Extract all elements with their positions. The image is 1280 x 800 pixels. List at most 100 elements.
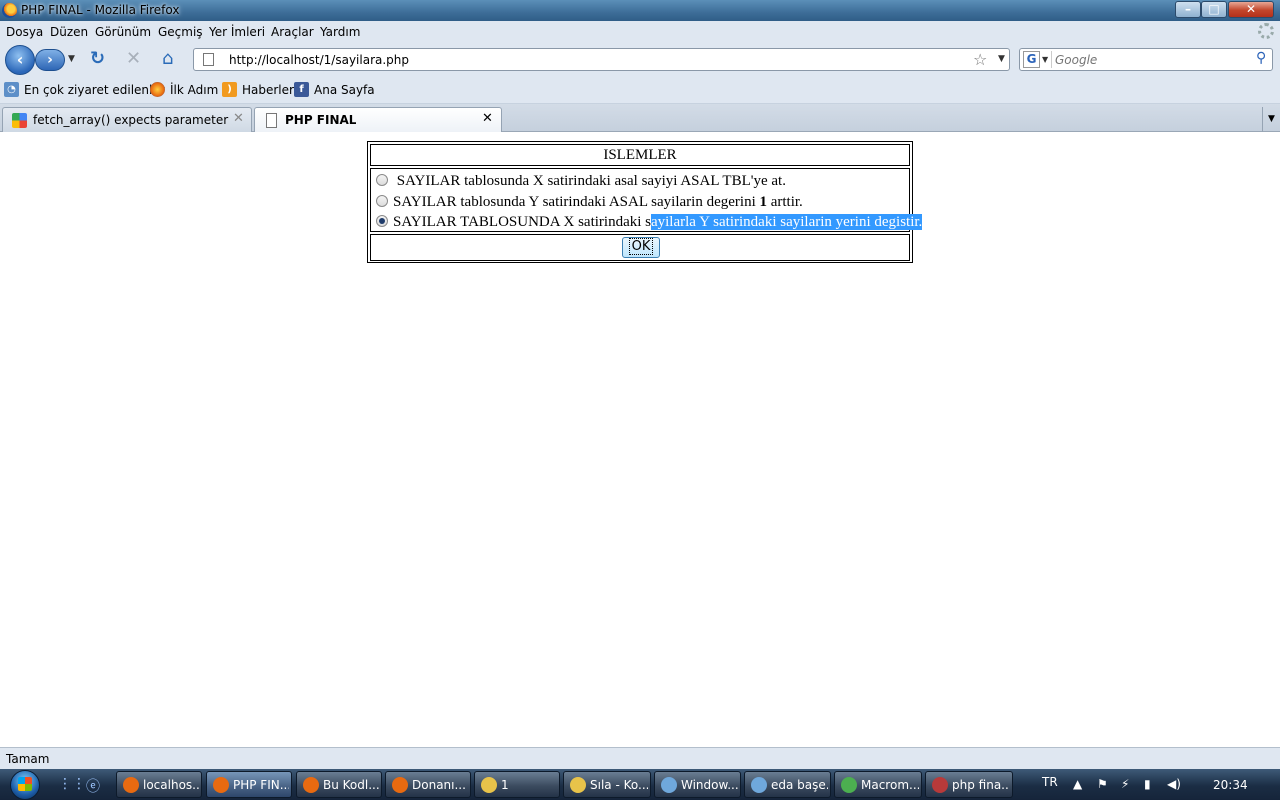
firefox-icon	[2, 3, 17, 18]
task-label: Sıla - Ko...	[590, 778, 648, 792]
close-icon: ✕	[1245, 2, 1257, 16]
option-row[interactable]: SAYILAR tablosunda Y satirindaki ASAL sa…	[376, 193, 803, 211]
search-input[interactable]	[1055, 51, 1255, 68]
back-forward-group: ‹ › ▼	[5, 45, 79, 75]
taskbar-item[interactable]: 1	[474, 771, 560, 798]
title-bar: PHP FINAL - Mozilla Firefox – □ ✕	[0, 0, 1280, 21]
radio-button[interactable]	[376, 174, 388, 186]
signal-icon[interactable]: ▮	[1144, 777, 1151, 791]
minimize-icon: –	[1185, 2, 1191, 16]
bookmark-most-visited[interactable]: En çok ziyaret edilenler	[24, 83, 165, 97]
table-header: ISLEMLER	[370, 144, 910, 166]
power-icon[interactable]: ⚡	[1121, 777, 1129, 791]
tab-label: PHP FINAL	[285, 113, 357, 127]
task-app-icon	[932, 777, 948, 793]
taskbar-item[interactable]: PHP FIN...	[206, 771, 292, 798]
tab-strip: fetch_array() expects parameter 1 to... …	[0, 104, 1280, 132]
navigation-bar: ‹ › ▼ ↻ ✕ ⌂ http://localhost/1/sayilara.…	[0, 43, 1280, 77]
back-button[interactable]: ‹	[5, 45, 35, 75]
facebook-icon: f	[294, 82, 309, 97]
history-dropdown-icon[interactable]: ▼	[68, 54, 75, 64]
clock[interactable]: 20:34	[1213, 778, 1248, 792]
option-label-bold: 1	[759, 194, 767, 210]
close-window-button[interactable]: ✕	[1228, 1, 1274, 18]
taskbar-item[interactable]: Macrom...	[834, 771, 922, 798]
bookmark-ana-sayfa[interactable]: Ana Sayfa	[314, 83, 375, 97]
submit-cell: OK	[370, 234, 910, 261]
reload-button[interactable]: ↻	[90, 49, 105, 69]
taskbar-item[interactable]: localhos...	[116, 771, 202, 798]
stop-button[interactable]: ✕	[126, 49, 141, 69]
menu-bar: Dosya Düzen Görünüm Geçmiş Yer İmleri Ar…	[0, 21, 1280, 43]
radio-button[interactable]	[376, 195, 388, 207]
option-label: SAYILAR TABLOSUNDA X satirindaki s	[393, 214, 651, 230]
google-favicon-icon	[12, 113, 27, 128]
windows-logo-icon	[18, 777, 32, 791]
home-button[interactable]: ⌂	[162, 49, 173, 69]
tab-list-dropdown-icon[interactable]: ▼	[1262, 107, 1280, 132]
task-app-icon	[303, 777, 319, 793]
status-text: Tamam	[6, 752, 50, 766]
taskbar-item[interactable]: Window...	[654, 771, 741, 798]
url-bar[interactable]: http://localhost/1/sayilara.php ☆ ▼	[193, 48, 1010, 71]
start-button[interactable]	[6, 769, 46, 800]
radio-button-checked[interactable]	[376, 215, 388, 227]
taskbar-item[interactable]: Bu Kodl...	[296, 771, 382, 798]
close-tab-icon[interactable]: ✕	[233, 111, 244, 126]
option-row[interactable]: SAYILAR TABLOSUNDA X satirindaki sayilar…	[376, 213, 923, 231]
throbber-icon	[1258, 23, 1274, 39]
search-icon[interactable]: ⚲	[1256, 50, 1266, 66]
menu-gorunum[interactable]: Görünüm	[95, 25, 151, 39]
task-label: Window...	[681, 778, 738, 792]
menu-dosya[interactable]: Dosya	[6, 25, 43, 39]
rss-icon: )	[222, 82, 237, 97]
close-tab-icon[interactable]: ✕	[482, 111, 493, 126]
tray-expand-icon[interactable]: ▲	[1073, 777, 1082, 791]
task-app-icon	[213, 777, 229, 793]
tab-fetch-array[interactable]: fetch_array() expects parameter 1 to... …	[2, 107, 252, 132]
bookmark-ilk-adim[interactable]: İlk Adım	[170, 83, 218, 97]
ok-button-label: OK	[628, 238, 654, 255]
taskbar-item[interactable]: Sıla - Ko...	[563, 771, 651, 798]
selected-text: ayilarla Y satirindaki sayilarin yerini …	[650, 214, 923, 230]
menu-araclar[interactable]: Araçlar	[271, 25, 314, 39]
bookmark-haberler[interactable]: Haberler	[242, 83, 294, 97]
page-content: ISLEMLER SAYILAR tablosunda X satirindak…	[0, 132, 1280, 747]
window-title: PHP FINAL - Mozilla Firefox	[21, 3, 180, 17]
menu-duzen[interactable]: Düzen	[50, 25, 88, 39]
language-indicator[interactable]: TR	[1042, 775, 1058, 789]
minimize-button[interactable]: –	[1175, 1, 1201, 18]
option-label: SAYILAR tablosunda X satirindaki asal sa…	[393, 173, 786, 189]
task-label: php fina...	[952, 778, 1010, 792]
engine-dropdown-icon[interactable]: ▼	[1042, 55, 1048, 64]
menu-yer-imleri[interactable]: Yer İmleri	[209, 25, 265, 39]
tab-php-final[interactable]: PHP FINAL ✕	[254, 107, 502, 132]
tab-label: fetch_array() expects parameter 1 to...	[33, 113, 231, 127]
menu-yardim[interactable]: Yardım	[320, 25, 360, 39]
task-label: Donanı...	[412, 778, 466, 792]
option-row[interactable]: SAYILAR tablosunda X satirindaki asal sa…	[376, 172, 786, 190]
taskbar-item[interactable]: Donanı...	[385, 771, 471, 798]
maximize-button[interactable]: □	[1201, 1, 1227, 18]
internet-explorer-icon[interactable]: ⓔ	[86, 776, 100, 796]
status-bar: Tamam	[0, 747, 1280, 769]
ok-button[interactable]: OK	[622, 237, 660, 258]
network-flag-icon[interactable]: ⚑	[1097, 777, 1108, 791]
forward-button[interactable]: ›	[35, 49, 65, 71]
taskbar: ⋮⋮ ⓔ localhos... PHP FIN... Bu Kodl... Dona…	[0, 769, 1280, 800]
bookmarks-toolbar: ◔ En çok ziyaret edilenler İlk Adım ) Ha…	[0, 77, 1280, 104]
url-text[interactable]: http://localhost/1/sayilara.php	[229, 53, 409, 67]
url-dropdown-icon[interactable]: ▼	[998, 54, 1005, 64]
task-app-icon	[661, 777, 677, 793]
taskbar-item[interactable]: eda başe...	[744, 771, 831, 798]
bookmark-star-icon[interactable]: ☆	[973, 50, 987, 69]
menu-gecmis[interactable]: Geçmiş	[158, 25, 203, 39]
google-engine-icon[interactable]: G	[1023, 51, 1040, 68]
task-label: PHP FIN...	[233, 778, 289, 792]
show-desktop-icon[interactable]: ⋮⋮	[58, 776, 86, 792]
task-label: Bu Kodl...	[323, 778, 379, 792]
task-label: 1	[501, 778, 509, 792]
taskbar-item[interactable]: php fina...	[925, 771, 1013, 798]
task-app-icon	[751, 777, 767, 793]
volume-icon[interactable]: ◀)	[1167, 777, 1181, 791]
